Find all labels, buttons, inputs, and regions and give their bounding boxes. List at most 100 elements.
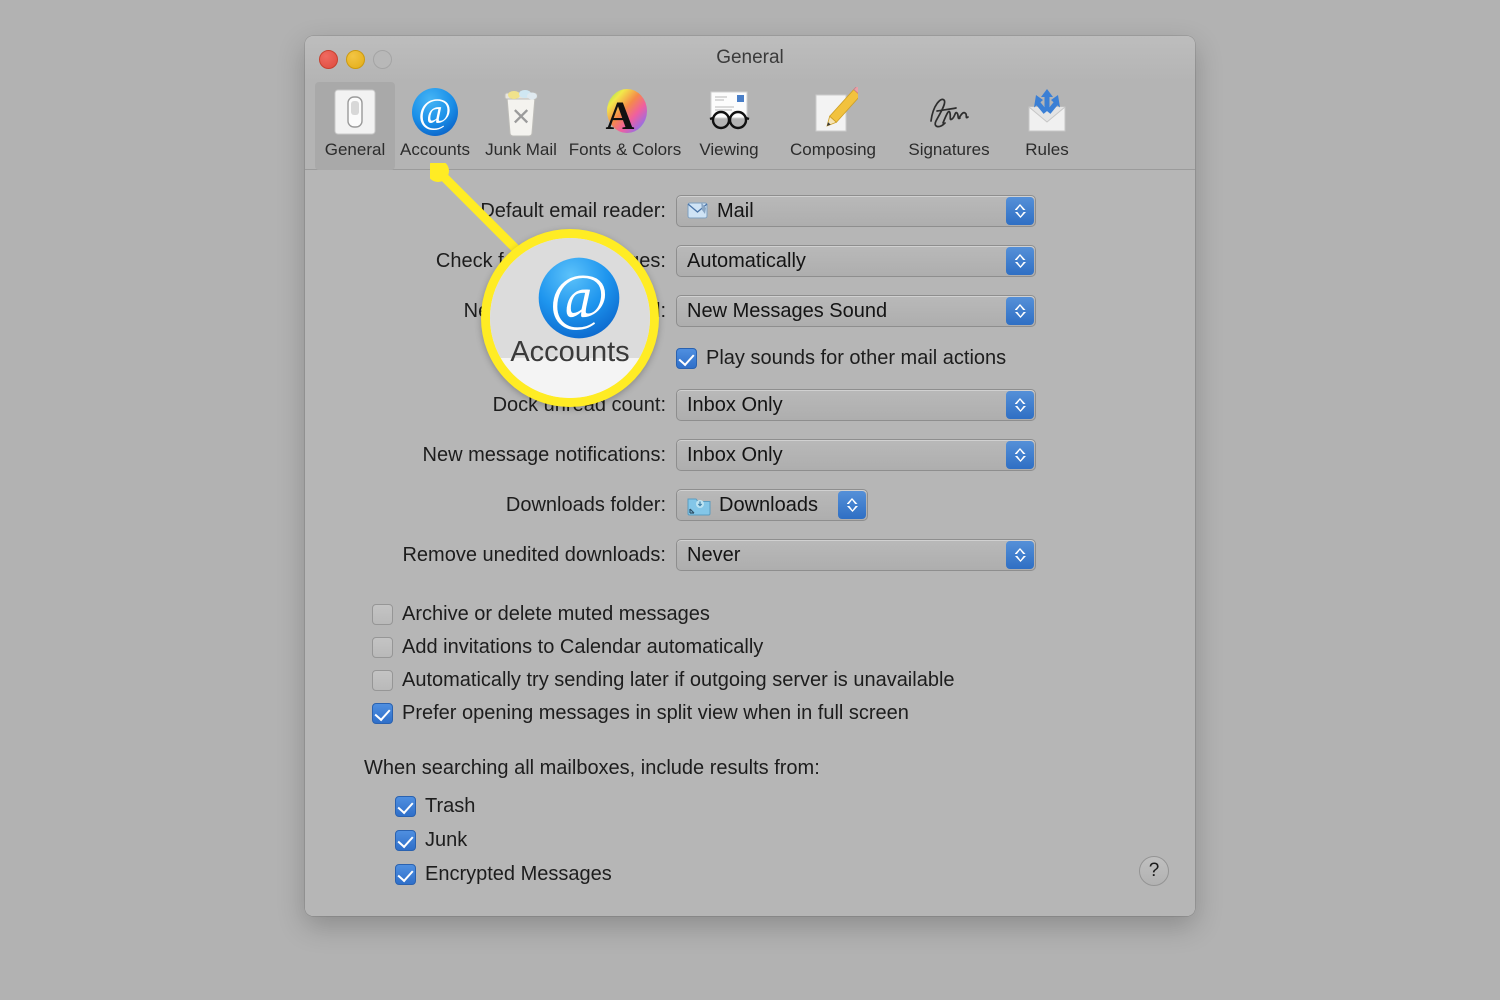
auto-send-later-checkbox[interactable] bbox=[372, 669, 393, 691]
toolbar-item-general[interactable]: General bbox=[315, 82, 395, 170]
toolbar-item-label: Rules bbox=[1025, 140, 1069, 159]
row-label: Default email reader: bbox=[480, 199, 666, 222]
pencil-paper-icon bbox=[807, 86, 859, 138]
popup-value: Automatically bbox=[687, 249, 806, 272]
toolbar-item-signatures[interactable]: Signatures bbox=[891, 82, 1007, 170]
checkbox-label: Encrypted Messages bbox=[425, 862, 612, 885]
checkbox-row-trash[interactable]: Trash bbox=[395, 790, 1195, 822]
junk-checkbox[interactable] bbox=[395, 829, 416, 851]
chevron-up-down-icon[interactable] bbox=[1006, 391, 1034, 419]
chevron-up-down-icon[interactable] bbox=[1006, 297, 1034, 325]
popup-value: Inbox Only bbox=[687, 393, 783, 416]
setting-row-default-email-reader: Default email reader: Mail bbox=[305, 186, 1195, 236]
play-sounds-checkbox-row[interactable]: Play sounds for other mail actions bbox=[676, 342, 1006, 374]
chevron-up-down-icon[interactable] bbox=[838, 491, 866, 519]
setting-row-check-for-new-messages: Check for new messages: Automatically bbox=[305, 236, 1195, 286]
toolbar-item-label: Junk Mail bbox=[485, 140, 557, 159]
archive-muted-checkbox[interactable] bbox=[372, 603, 393, 625]
checkbox-row-encrypted-messages[interactable]: Encrypted Messages bbox=[395, 858, 1195, 890]
checkbox-row-split-view[interactable]: Prefer opening messages in split view wh… bbox=[372, 697, 1195, 729]
svg-text:@: @ bbox=[550, 261, 609, 332]
svg-text:✕: ✕ bbox=[511, 104, 531, 131]
toolbar-item-label: Accounts bbox=[400, 140, 470, 159]
checkbox-label: Prefer opening messages in split view wh… bbox=[402, 701, 909, 724]
checkbox-label: Trash bbox=[425, 794, 476, 817]
toolbar-item-fonts-colors[interactable]: A Fonts & Colors bbox=[567, 82, 683, 170]
toolbar-item-accounts[interactable]: @ Accounts bbox=[395, 82, 475, 170]
checkbox-row-add-invitations[interactable]: Add invitations to Calendar automaticall… bbox=[372, 631, 1195, 663]
setting-row-play-sounds: Play sounds for other mail actions bbox=[305, 336, 1195, 380]
toolbar-item-composing[interactable]: Composing bbox=[775, 82, 891, 170]
checkbox-row-auto-send-later[interactable]: Automatically try sending later if outgo… bbox=[372, 664, 1195, 696]
toolbar-item-label: Signatures bbox=[908, 140, 990, 159]
trash-can-icon: ✕ bbox=[495, 86, 547, 138]
window-title: General bbox=[716, 47, 784, 68]
row-label: New message notifications: bbox=[422, 443, 666, 466]
toolbar-item-junk-mail[interactable]: ✕ Junk Mail bbox=[475, 82, 567, 170]
chevron-up-down-icon[interactable] bbox=[1006, 197, 1034, 225]
checkbox-row-archive-muted[interactable]: Archive or delete muted messages bbox=[372, 598, 1195, 630]
checkbox-row-junk[interactable]: Junk bbox=[395, 824, 1195, 856]
chevron-up-down-icon[interactable] bbox=[1006, 441, 1034, 469]
general-options-checkbox-group: Archive or delete muted messages Add inv… bbox=[305, 598, 1195, 729]
toolbar-item-label: Viewing bbox=[699, 140, 759, 159]
setting-row-downloads-folder: Downloads folder: Downloads bbox=[305, 480, 1195, 530]
svg-text:@: @ bbox=[418, 91, 451, 131]
downloads-folder-popup[interactable]: Downloads bbox=[676, 489, 868, 521]
checkbox-label: Add invitations to Calendar automaticall… bbox=[402, 635, 764, 658]
magnifier-callout: @ Accounts bbox=[481, 229, 659, 407]
setting-row-remove-unedited-downloads: Remove unedited downloads: Never bbox=[305, 530, 1195, 580]
popup-value: Downloads bbox=[719, 493, 818, 516]
new-messages-sound-popup[interactable]: New Messages Sound bbox=[676, 295, 1036, 327]
at-sign-icon: @ bbox=[538, 257, 620, 339]
svg-text:A: A bbox=[606, 93, 635, 137]
setting-row-dock-unread-count: Dock unread count: Inbox Only bbox=[305, 380, 1195, 430]
checkbox-label: Archive or delete muted messages bbox=[402, 602, 710, 625]
toolbar-item-viewing[interactable]: Viewing bbox=[683, 82, 775, 170]
row-label: Remove unedited downloads: bbox=[402, 543, 666, 566]
mail-app-icon bbox=[687, 201, 709, 221]
row-label: Downloads folder: bbox=[505, 493, 666, 516]
chevron-up-down-icon[interactable] bbox=[1006, 541, 1034, 569]
eyeglasses-icon bbox=[703, 86, 755, 138]
toolbar-item-label: Fonts & Colors bbox=[568, 140, 682, 159]
checkbox-label: Junk bbox=[425, 828, 468, 851]
downloads-folder-icon bbox=[687, 495, 711, 516]
popup-value: Never bbox=[687, 543, 741, 566]
trash-checkbox[interactable] bbox=[395, 795, 416, 817]
new-message-notifications-popup[interactable]: Inbox Only bbox=[676, 439, 1036, 471]
toolbar-item-label: Composing bbox=[790, 140, 876, 159]
magnifier-label: Accounts bbox=[510, 336, 630, 368]
setting-row-new-messages-sound: New messages sound: New Messages Sound bbox=[305, 286, 1195, 336]
window-titlebar: General bbox=[305, 36, 1195, 82]
general-preferences-pane: Default email reader: Mail Check for n bbox=[305, 170, 1195, 916]
encrypted-messages-checkbox[interactable] bbox=[395, 863, 416, 885]
default-email-reader-popup[interactable]: Mail bbox=[676, 195, 1036, 227]
help-button[interactable]: ? bbox=[1139, 856, 1169, 886]
preferences-toolbar: General @ Accounts ✕ Junk Mail A Fonts &… bbox=[305, 82, 1195, 170]
search-group-label: When searching all mailboxes, include re… bbox=[364, 757, 820, 779]
popup-value: Inbox Only bbox=[687, 443, 783, 466]
remove-unedited-downloads-popup[interactable]: Never bbox=[676, 539, 1036, 571]
dock-unread-count-popup[interactable]: Inbox Only bbox=[676, 389, 1036, 421]
popup-value: New Messages Sound bbox=[687, 299, 888, 322]
checkbox-label: Play sounds for other mail actions bbox=[706, 346, 1007, 369]
letter-a-color-wheel-icon: A bbox=[599, 86, 651, 138]
chevron-up-down-icon[interactable] bbox=[1006, 247, 1034, 275]
toggle-switch-icon bbox=[329, 86, 381, 138]
play-sounds-checkbox[interactable] bbox=[676, 347, 697, 369]
envelope-arrows-icon bbox=[1021, 86, 1073, 138]
setting-row-new-message-notifications: New message notifications: Inbox Only bbox=[305, 430, 1195, 480]
mail-preferences-window: General General @ Accounts ✕ Junk Mail A… bbox=[305, 36, 1195, 916]
at-sign-icon: @ bbox=[409, 86, 461, 138]
search-mailboxes-group: When searching all mailboxes, include re… bbox=[305, 757, 1195, 890]
split-view-checkbox[interactable] bbox=[372, 702, 393, 724]
toolbar-item-rules[interactable]: Rules bbox=[1007, 82, 1087, 170]
add-invitations-checkbox[interactable] bbox=[372, 636, 393, 658]
toolbar-item-label: General bbox=[324, 140, 386, 159]
magnifier-content: @ Accounts bbox=[490, 238, 650, 398]
popup-value: Mail bbox=[717, 199, 754, 222]
checkbox-label: Automatically try sending later if outgo… bbox=[402, 668, 955, 691]
screen: General General @ Accounts ✕ Junk Mail A… bbox=[0, 0, 1500, 1000]
check-for-new-messages-popup[interactable]: Automatically bbox=[676, 245, 1036, 277]
